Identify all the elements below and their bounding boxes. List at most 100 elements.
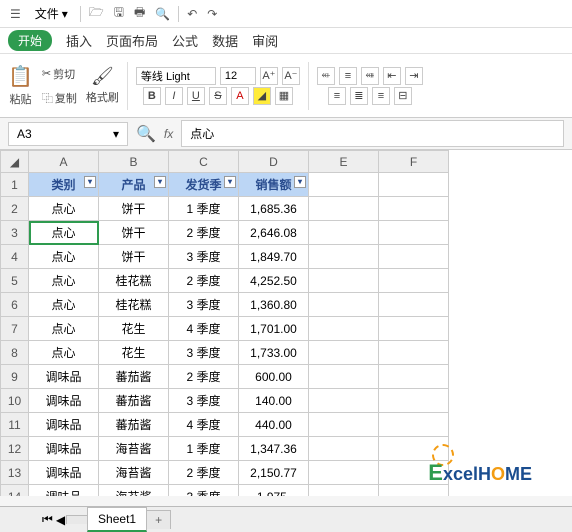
cell[interactable] [309, 341, 379, 365]
cell[interactable] [379, 485, 449, 497]
preview-icon[interactable]: 🔍 [153, 5, 172, 23]
spreadsheet-grid[interactable]: ◢ A B C D E F 1 类别▾ 产品▾ 发货季▾ 销售额▾ 2 点心 饼… [0, 150, 572, 496]
cell-quarter[interactable]: 1 季度 [169, 437, 239, 461]
tab-data[interactable]: 数据 [212, 31, 238, 50]
cell[interactable] [379, 317, 449, 341]
col-header-a[interactable]: A [29, 151, 99, 173]
cell[interactable] [309, 413, 379, 437]
cell[interactable] [309, 317, 379, 341]
sheet-tab-sheet1[interactable]: Sheet1 [87, 507, 147, 532]
filter-arrow-icon[interactable]: ▾ [224, 176, 236, 188]
row-header[interactable]: 10 [1, 389, 29, 413]
file-menu-button[interactable]: 文件▾ [29, 3, 74, 24]
cell-category[interactable]: 点心 [29, 221, 99, 245]
cell[interactable] [379, 221, 449, 245]
print-icon[interactable]: 🖶 [132, 1, 147, 26]
cell-category[interactable]: 调味品 [29, 413, 99, 437]
cell-quarter[interactable]: 2 季度 [169, 461, 239, 485]
col-header-f[interactable]: F [379, 151, 449, 173]
indent-dec-icon[interactable]: ⇤ [383, 67, 401, 85]
cell[interactable] [379, 413, 449, 437]
cell-category[interactable]: 调味品 [29, 365, 99, 389]
hamburger-icon[interactable]: ☰ [8, 5, 23, 23]
cell[interactable] [309, 245, 379, 269]
cell-sales[interactable]: 1,733.00 [239, 341, 309, 365]
row-header[interactable]: 1 [1, 173, 29, 197]
row-header[interactable]: 4 [1, 245, 29, 269]
underline-button[interactable]: U [187, 87, 205, 105]
cell[interactable] [309, 461, 379, 485]
strike-button[interactable]: S [209, 87, 227, 105]
cell-category[interactable]: 调味品 [29, 461, 99, 485]
cell-sales[interactable]: 2,150.77 [239, 461, 309, 485]
cell-quarter[interactable]: 2 季度 [169, 365, 239, 389]
border-button[interactable]: ▦ [275, 87, 293, 105]
name-box[interactable]: A3▾ [8, 122, 128, 146]
cell-sales[interactable]: 1,975. [239, 485, 309, 497]
open-icon[interactable]: 🗁 [87, 1, 106, 26]
row-header[interactable]: 9 [1, 365, 29, 389]
cell[interactable] [379, 197, 449, 221]
cell-quarter[interactable]: 3 季度 [169, 485, 239, 497]
filter-arrow-icon[interactable]: ▾ [294, 176, 306, 188]
col-header-b[interactable]: B [99, 151, 169, 173]
filter-header-product[interactable]: 产品▾ [99, 173, 169, 197]
align-center-icon[interactable]: ≣ [350, 87, 368, 105]
formula-input[interactable]: 点心 [181, 120, 564, 147]
filter-header-sales[interactable]: 销售额▾ [239, 173, 309, 197]
row-header[interactable]: 7 [1, 317, 29, 341]
cell-sales[interactable]: 4,252.50 [239, 269, 309, 293]
font-color-button[interactable]: A [231, 87, 249, 105]
add-sheet-button[interactable]: + [146, 510, 171, 529]
cell-product[interactable]: 饼干 [99, 197, 169, 221]
cell[interactable] [379, 269, 449, 293]
save-icon[interactable]: 🖫 [112, 1, 126, 26]
cell[interactable] [309, 269, 379, 293]
cell-product[interactable]: 海苔酱 [99, 461, 169, 485]
italic-button[interactable]: I [165, 87, 183, 105]
cell-product[interactable]: 蕃茄酱 [99, 365, 169, 389]
cell-product[interactable]: 海苔酱 [99, 485, 169, 497]
row-header[interactable]: 8 [1, 341, 29, 365]
cell[interactable] [379, 389, 449, 413]
cell-category[interactable]: 点心 [29, 341, 99, 365]
cell-category[interactable]: 点心 [29, 269, 99, 293]
cell-category[interactable]: 调味品 [29, 485, 99, 497]
cell-quarter[interactable]: 3 季度 [169, 245, 239, 269]
select-all-corner[interactable]: ◢ [1, 151, 29, 173]
cell-category[interactable]: 点心 [29, 293, 99, 317]
font-size-select[interactable] [220, 67, 256, 85]
filter-header-quarter[interactable]: 发货季▾ [169, 173, 239, 197]
increase-font-icon[interactable]: A⁺ [260, 67, 278, 85]
cell[interactable] [309, 365, 379, 389]
cell[interactable] [379, 293, 449, 317]
row-header[interactable]: 2 [1, 197, 29, 221]
cell-sales[interactable]: 600.00 [239, 365, 309, 389]
tab-insert[interactable]: 插入 [66, 31, 92, 50]
cell[interactable] [379, 245, 449, 269]
row-header[interactable]: 12 [1, 437, 29, 461]
cell-product[interactable]: 花生 [99, 341, 169, 365]
cell-sales[interactable]: 1,360.80 [239, 293, 309, 317]
bold-button[interactable]: B [143, 87, 161, 105]
tab-layout[interactable]: 页面布局 [106, 31, 158, 50]
copy-button[interactable]: ⿻复制 [37, 87, 82, 109]
cell-product[interactable]: 蕃茄酱 [99, 389, 169, 413]
cell-product[interactable]: 蕃茄酱 [99, 413, 169, 437]
cell-sales[interactable]: 1,347.36 [239, 437, 309, 461]
decrease-font-icon[interactable]: A⁻ [282, 67, 300, 85]
tab-review[interactable]: 审阅 [252, 31, 278, 50]
cell[interactable] [379, 365, 449, 389]
cell-sales[interactable]: 1,701.00 [239, 317, 309, 341]
col-header-d[interactable]: D [239, 151, 309, 173]
cell-product[interactable]: 饼干 [99, 245, 169, 269]
tab-formula[interactable]: 公式 [172, 31, 198, 50]
cell-product[interactable]: 桂花糕 [99, 293, 169, 317]
cell[interactable] [309, 221, 379, 245]
cell-product[interactable]: 饼干 [99, 221, 169, 245]
row-header[interactable]: 14 [1, 485, 29, 497]
cell[interactable] [309, 389, 379, 413]
cell-quarter[interactable]: 3 季度 [169, 389, 239, 413]
sheet-nav-prev[interactable]: ◀ [54, 511, 67, 529]
cell-quarter[interactable]: 2 季度 [169, 221, 239, 245]
